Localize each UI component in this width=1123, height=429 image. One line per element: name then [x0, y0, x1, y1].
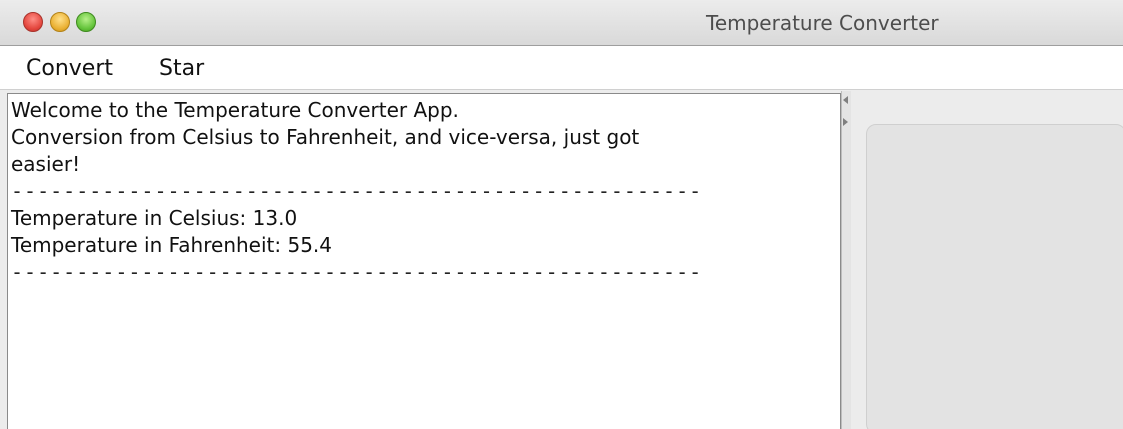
- close-window-button[interactable]: [23, 12, 43, 32]
- output-text-content: Welcome to the Temperature Converter App…: [11, 97, 831, 286]
- collapse-left-arrow-icon[interactable]: [843, 96, 848, 104]
- right-content-panel: [866, 124, 1123, 429]
- welcome-text-line: Welcome to the Temperature Converter App…: [11, 98, 459, 122]
- fahrenheit-result-line: Temperature in Fahrenheit: 55.4: [11, 233, 333, 257]
- title-bar[interactable]: Temperature Converter: [0, 0, 1123, 46]
- split-pane-divider[interactable]: [841, 91, 851, 429]
- minimize-window-button[interactable]: [50, 12, 70, 32]
- menu-star[interactable]: Star: [159, 56, 204, 81]
- celsius-result-line: Temperature in Celsius: 13.0: [11, 206, 298, 230]
- app-window: Temperature Converter Convert Star Welco…: [0, 0, 1123, 429]
- zoom-window-button[interactable]: [76, 12, 96, 32]
- expand-right-arrow-icon[interactable]: [843, 118, 848, 126]
- menu-bar: Convert Star: [0, 46, 1123, 90]
- window-title: Temperature Converter: [706, 11, 939, 35]
- separator-line-bottom: ----------------------------------------…: [11, 260, 703, 284]
- separator-line: ----------------------------------------…: [11, 179, 703, 203]
- menu-convert[interactable]: Convert: [26, 56, 113, 81]
- description-text-line-continued: easier!: [11, 152, 81, 176]
- description-text-line: Conversion from Celsius to Fahrenheit, a…: [11, 125, 640, 149]
